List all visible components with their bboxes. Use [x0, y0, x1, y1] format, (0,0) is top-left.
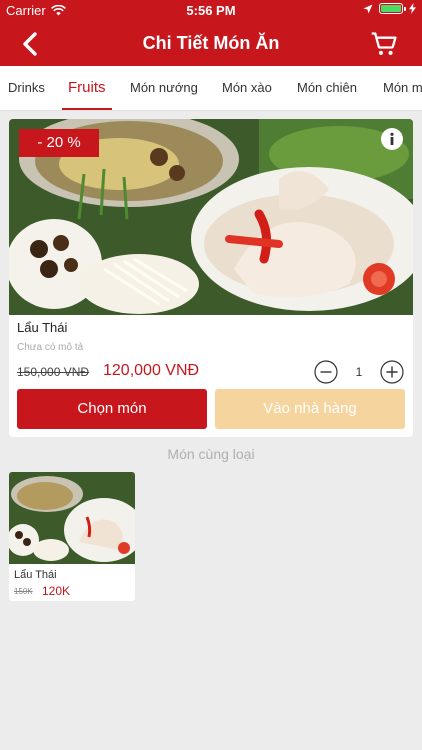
discount-badge: - 20 %: [19, 129, 99, 157]
location-arrow-icon: [363, 4, 373, 13]
tab-label: Món nướng: [130, 80, 198, 95]
status-time: 5:56 PM: [186, 3, 236, 18]
select-dish-button[interactable]: Chọn món: [17, 389, 207, 429]
battery-icon: [379, 3, 406, 14]
related-item-old-price: 150K: [14, 587, 33, 596]
tab-label: Món xào: [222, 80, 272, 95]
category-tabs: Drinks Fruits Món nướng Món xào Món chiê…: [0, 66, 422, 111]
active-tab-indicator: [62, 108, 112, 110]
app-header: Carrier 5:56 PM Chi Tiết Món Ăn: [0, 0, 422, 66]
related-item-card[interactable]: Lẩu Thái 150K 120K: [9, 472, 135, 601]
tab-label: Món m: [383, 80, 422, 95]
page-title: Chi Tiết Món Ăn: [142, 33, 280, 53]
new-price: 120,000 VNĐ: [103, 362, 200, 379]
item-name: Lẩu Thái: [17, 320, 68, 335]
tab-label: Drinks: [8, 80, 45, 95]
info-icon: [381, 128, 403, 150]
tab-mon-nuong[interactable]: Món nướng: [130, 66, 198, 110]
increase-quantity-button[interactable]: [380, 360, 404, 384]
info-button[interactable]: [381, 128, 403, 150]
tab-label: Fruits: [68, 79, 106, 96]
plus-icon: [380, 360, 404, 384]
related-item-new-price: 120K: [42, 584, 71, 598]
tab-mon-chien[interactable]: Món chiên: [297, 66, 357, 110]
minus-icon: [314, 360, 338, 384]
product-card: - 20 % Lẩu Thái Chưa có mô tả 150,000 VN…: [9, 119, 413, 437]
go-to-restaurant-button[interactable]: Vào nhà hàng: [215, 389, 405, 429]
related-item-name: Lẩu Thái: [14, 569, 57, 581]
decrease-quantity-button[interactable]: [314, 360, 338, 384]
tab-mon-more[interactable]: Món m: [383, 66, 422, 110]
status-right: [363, 3, 416, 14]
tab-fruits[interactable]: Fruits: [62, 66, 112, 110]
tab-mon-xao[interactable]: Món xào: [222, 66, 272, 110]
related-section-title: Món cùng loại: [167, 446, 255, 462]
item-description: Chưa có mô tả: [17, 342, 84, 353]
charging-bolt-icon: [409, 3, 416, 14]
status-bar: Carrier 5:56 PM: [0, 0, 422, 22]
nav-bar: Chi Tiết Món Ăn: [0, 22, 422, 66]
quantity-value: 1: [355, 365, 363, 379]
old-price: 150,000 VNĐ: [17, 365, 90, 379]
cart-button[interactable]: [370, 30, 398, 58]
tab-label: Món chiên: [297, 80, 357, 95]
shopping-cart-icon: [371, 32, 397, 55]
related-item-image: [9, 472, 135, 564]
tab-drinks[interactable]: Drinks: [8, 66, 45, 110]
